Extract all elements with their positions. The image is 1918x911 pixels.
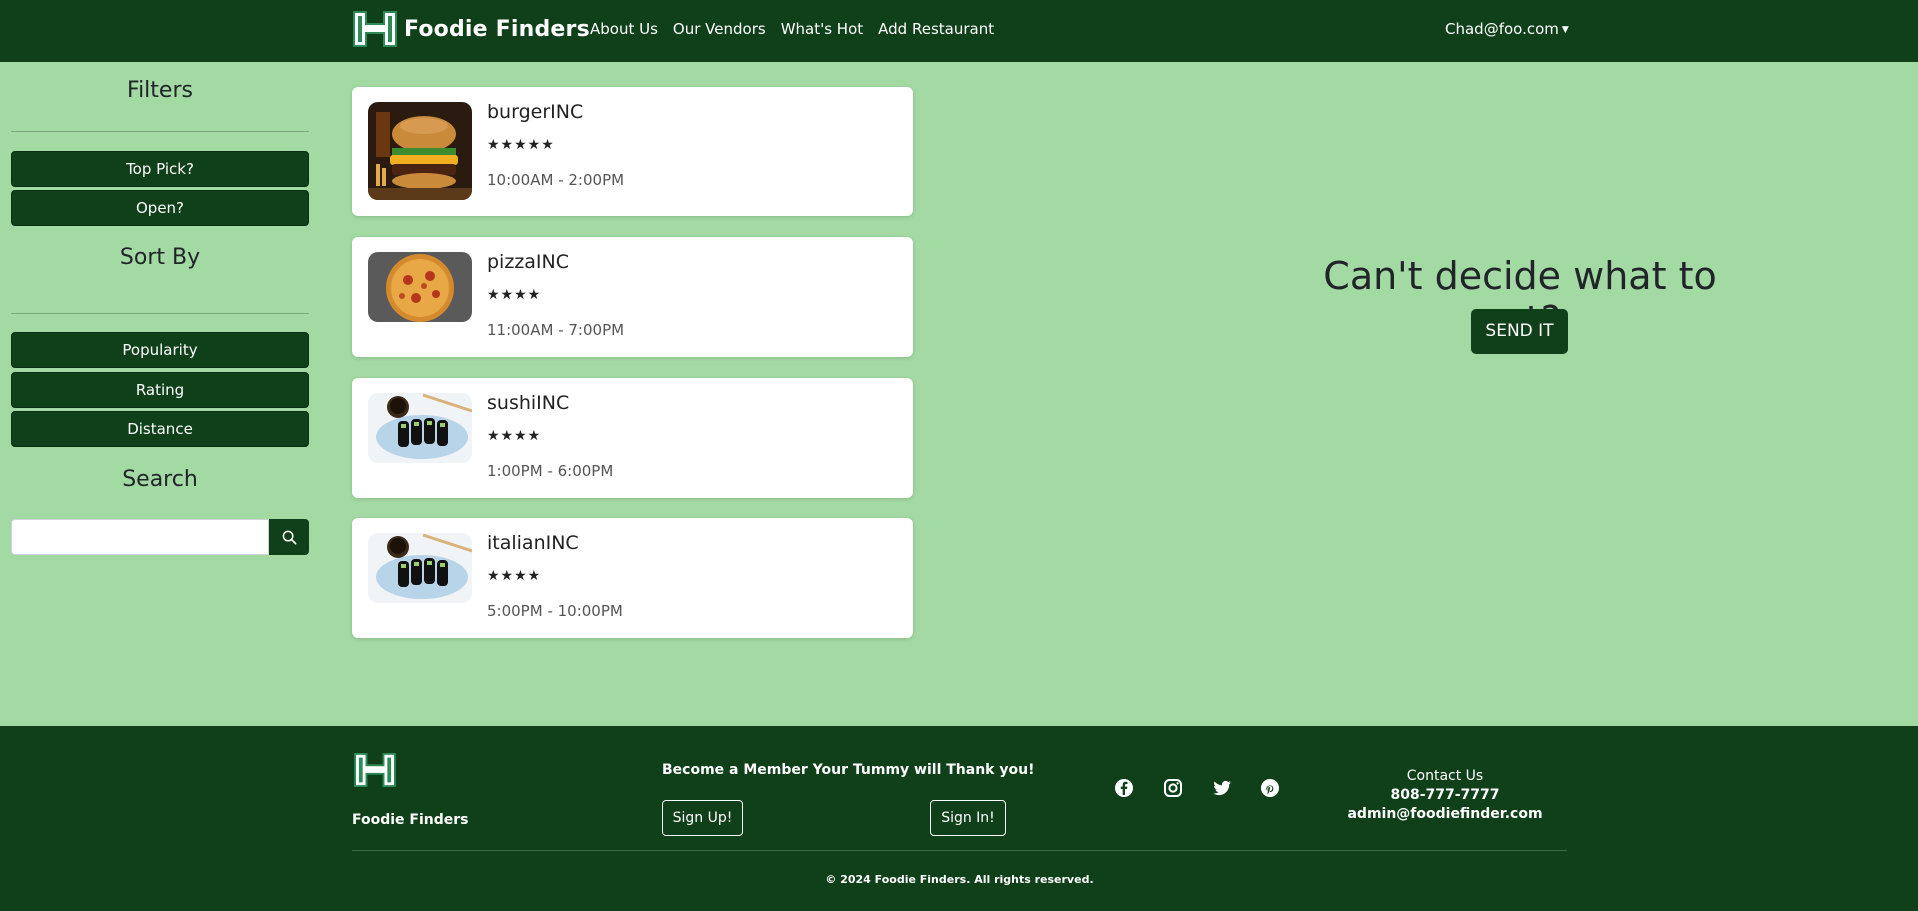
filters-heading: Filters xyxy=(127,78,193,103)
restaurant-name: italianINC xyxy=(487,532,579,554)
restaurant-card[interactable]: sushiINC ★★★★ 1:00PM - 6:00PM xyxy=(352,378,913,498)
sign-up-button[interactable]: Sign Up! xyxy=(662,800,743,836)
send-it-button[interactable]: SEND IT xyxy=(1471,309,1568,354)
nav-add-restaurant[interactable]: Add Restaurant xyxy=(878,20,994,38)
nav-links: About Us Our Vendors What's Hot Add Rest… xyxy=(590,20,994,38)
top-navbar: Foodie Finders About Us Our Vendors What… xyxy=(0,0,1918,62)
pizza-image xyxy=(368,252,472,322)
restaurant-name: sushiINC xyxy=(487,392,570,414)
sign-in-button[interactable]: Sign In! xyxy=(930,800,1006,836)
instagram-icon[interactable] xyxy=(1163,778,1183,798)
sushi-image xyxy=(368,533,472,603)
copyright: © 2024 Foodie Finders. All rights reserv… xyxy=(825,873,1094,886)
brand[interactable]: Foodie Finders xyxy=(352,10,590,48)
logo-icon xyxy=(353,11,397,47)
user-email: Chad@foo.com xyxy=(1445,20,1559,38)
contact-label: Contact Us xyxy=(1406,768,1484,784)
divider xyxy=(11,131,309,132)
pinterest-icon[interactable] xyxy=(1260,778,1280,798)
search-input[interactable] xyxy=(11,519,269,555)
contact-email[interactable]: admin@foodiefinder.com xyxy=(1330,806,1560,822)
sort-rating-button[interactable]: Rating xyxy=(11,372,309,408)
search-button[interactable] xyxy=(269,519,309,555)
sort-heading: Sort By xyxy=(119,245,201,270)
star-rating: ★★★★ xyxy=(487,428,542,444)
contact-phone[interactable]: 808-777-7777 xyxy=(1330,787,1560,803)
divider xyxy=(11,313,309,314)
star-rating: ★★★★★ xyxy=(487,137,555,153)
top-pick-button[interactable]: Top Pick? xyxy=(11,151,309,187)
restaurant-card[interactable]: burgerINC ★★★★★ 10:00AM - 2:00PM xyxy=(352,87,913,216)
search-group xyxy=(11,519,309,555)
restaurant-hours: 5:00PM - 10:00PM xyxy=(487,602,623,620)
restaurant-name: burgerINC xyxy=(487,101,584,123)
nav-our-vendors[interactable]: Our Vendors xyxy=(673,20,766,38)
star-rating: ★★★★ xyxy=(487,568,542,584)
footer-divider xyxy=(352,850,1567,851)
star-rating: ★★★★ xyxy=(487,287,542,303)
caret-down-icon: ▼ xyxy=(1561,25,1569,35)
nav-about-us[interactable]: About Us xyxy=(590,20,658,38)
restaurant-name: pizzaINC xyxy=(487,251,570,273)
logo-icon xyxy=(354,752,396,788)
member-tagline: Become a Member Your Tummy will Thank yo… xyxy=(662,762,1035,778)
search-heading: Search xyxy=(122,467,198,492)
sushi-image xyxy=(368,393,472,463)
restaurant-hours: 1:00PM - 6:00PM xyxy=(487,462,614,480)
sort-popularity-button[interactable]: Popularity xyxy=(11,332,309,368)
restaurant-hours: 10:00AM - 2:00PM xyxy=(487,171,625,189)
restaurant-card[interactable]: italianINC ★★★★ 5:00PM - 10:00PM xyxy=(352,518,913,638)
contact-block: Contact Us 808-777-7777 admin@foodiefind… xyxy=(1330,768,1560,822)
footer: Foodie Finders Become a Member Your Tumm… xyxy=(0,726,1918,911)
burger-image xyxy=(368,102,472,200)
search-icon xyxy=(282,530,296,544)
open-button[interactable]: Open? xyxy=(11,190,309,226)
twitter-icon[interactable] xyxy=(1212,778,1232,798)
brand-name: Foodie Finders xyxy=(404,16,590,42)
restaurant-card[interactable]: pizzaINC ★★★★ 11:00AM - 7:00PM xyxy=(352,237,913,357)
footer-brand: Foodie Finders xyxy=(352,812,469,828)
sort-distance-button[interactable]: Distance xyxy=(11,411,309,447)
restaurant-hours: 11:00AM - 7:00PM xyxy=(487,321,625,339)
facebook-icon[interactable] xyxy=(1114,778,1134,798)
nav-whats-hot[interactable]: What's Hot xyxy=(781,20,863,38)
user-menu[interactable]: Chad@foo.com ▼ xyxy=(1445,20,1569,38)
